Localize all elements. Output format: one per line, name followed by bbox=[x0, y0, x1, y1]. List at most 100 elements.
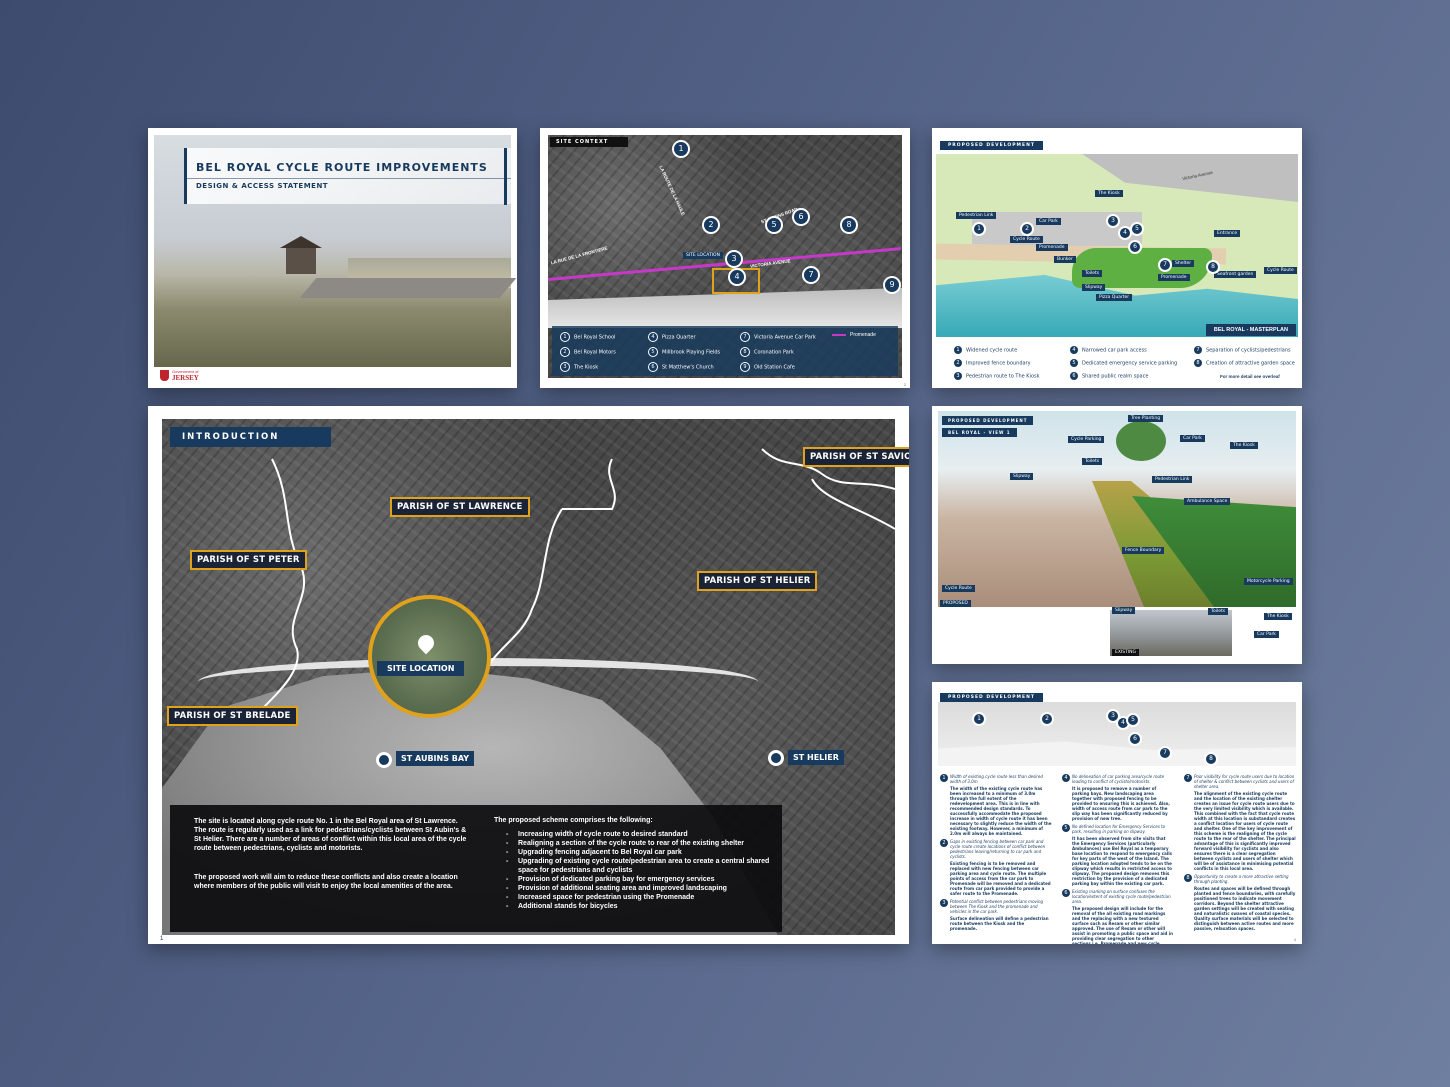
masterplan-pin-5[interactable]: 5 bbox=[1130, 222, 1144, 236]
cover-kiosk-roof bbox=[280, 236, 322, 248]
cover-page[interactable]: BEL ROYAL CYCLE ROUTE IMPROVEMENTS DESIG… bbox=[148, 128, 517, 388]
scheme-item-1: Increasing width of cycle route to desir… bbox=[506, 830, 780, 839]
detail-item-3-body: Surface delineation will define a pedest… bbox=[950, 916, 1049, 931]
detail-item-6-head: Existing marking on surface confuses the… bbox=[1072, 889, 1171, 904]
detail-item-8: 8 Opportunity to create a more attractiv… bbox=[1184, 874, 1296, 931]
masterplan-more-detail[interactable]: For more detail see overleaf bbox=[1220, 374, 1280, 379]
detail-item-8-body: Routes and spaces will be defined throug… bbox=[1194, 886, 1296, 931]
masterplan-label-cycle-route-2: Cycle Route bbox=[1264, 267, 1297, 274]
detail-item-1-head: Width of existing cycle route less than … bbox=[950, 774, 1043, 784]
detail-item-2-head: Gaps in existing fencing between car par… bbox=[950, 839, 1046, 859]
parish-st-brelade[interactable]: PARISH OF ST BRELADE bbox=[167, 706, 298, 726]
context-pin-4[interactable]: 4 bbox=[728, 268, 746, 286]
view1-label-pedestrian-link: Pedestrian Link bbox=[1152, 476, 1193, 483]
site-context-tag: SITE CONTEXT bbox=[550, 137, 629, 147]
detail-column-3: 7 Poor visibility for cycle route users … bbox=[1184, 774, 1296, 931]
context-legend-7: 7 Victoria Avenue Car Park bbox=[740, 332, 816, 342]
intro-paragraph-2: The proposed work will aim to reduce the… bbox=[194, 874, 458, 890]
masterplan-garden bbox=[1072, 248, 1212, 288]
site-location-circle[interactable] bbox=[368, 595, 491, 718]
detail-pin-2[interactable]: 2 bbox=[1040, 712, 1054, 726]
st-aubins-bay-label[interactable]: ST AUBINS BAY bbox=[396, 751, 475, 766]
detail-item-2-body: Existing fencing is to be removed and re… bbox=[950, 861, 1051, 896]
detail-item-4: 4 No delineation of car parking area/cyc… bbox=[1062, 774, 1174, 821]
masterplan-label-cycle-route: Cycle Route bbox=[1010, 236, 1043, 243]
masterplan-badge: BEL ROYAL - MASTERPLAN bbox=[1205, 324, 1296, 336]
st-helier-label[interactable]: ST HELIER bbox=[788, 750, 844, 765]
view1-trees bbox=[1116, 421, 1166, 461]
parish-st-peter[interactable]: PARISH OF ST PETER bbox=[190, 550, 307, 570]
detail-item-4-body: It is proposed to remove a number of par… bbox=[1072, 786, 1170, 821]
view1-subtag: BEL ROYAL - VIEW 1 bbox=[942, 428, 1017, 437]
masterplan-pin-7[interactable]: 7 bbox=[1158, 258, 1172, 272]
context-pin-9[interactable]: 9 bbox=[883, 276, 901, 294]
detail-item-8-head: Opportunity to create a more attractive … bbox=[1194, 874, 1289, 884]
detail-item-3-head: Potential conflict between pedestrians m… bbox=[950, 899, 1044, 914]
jersey-crest-icon bbox=[160, 370, 169, 381]
masterplan-label-promenade: Promenade bbox=[1036, 244, 1068, 251]
detail-pin-5[interactable]: 5 bbox=[1126, 713, 1140, 727]
scheme-item-2: Realigning a section of the cycle route … bbox=[506, 839, 780, 848]
context-pin-8[interactable]: 8 bbox=[840, 216, 858, 234]
view1-label-ambulance-space: Ambulance Space bbox=[1184, 498, 1231, 505]
masterplan-pin-1[interactable]: 1 bbox=[972, 222, 986, 236]
view1-proposed-label: PROPOSED bbox=[940, 600, 971, 607]
parish-st-helier[interactable]: PARISH OF ST HELIER bbox=[697, 571, 818, 591]
detail-item-1-body: The width of the existing cycle route ha… bbox=[950, 786, 1052, 836]
context-pin-1[interactable]: 1 bbox=[672, 140, 690, 158]
masterplan-label-promenade-2: Promenade bbox=[1158, 274, 1190, 281]
detail-item-6: 6 Existing marking on surface confuses t… bbox=[1062, 889, 1174, 944]
masterplan-pin-3[interactable]: 3 bbox=[1106, 214, 1120, 228]
detail-pin-6[interactable]: 6 bbox=[1128, 732, 1142, 746]
context-pin-3[interactable]: 3 bbox=[725, 250, 743, 268]
masterplan-legend-6: 6 Shared public realm space bbox=[1070, 372, 1148, 380]
detail-pin-8[interactable]: 8 bbox=[1204, 752, 1218, 766]
context-pin-7[interactable]: 7 bbox=[802, 266, 820, 284]
masterplan-label-slipway: Slipway bbox=[1082, 284, 1106, 291]
site-location-label: SITE LOCATION bbox=[683, 252, 723, 259]
masterplan-label-bunker: Bunker bbox=[1054, 256, 1076, 263]
context-pin-2[interactable]: 2 bbox=[702, 216, 720, 234]
view1-label-car-park: Car Park bbox=[1180, 435, 1205, 442]
scheme-item-8: Additional stands for bicycles bbox=[506, 902, 780, 911]
intro-tag: INTRODUCTION bbox=[170, 427, 332, 447]
masterplan-legend-4: 4 Narrowed car park access bbox=[1070, 346, 1147, 354]
masterplan-label-shelter: Shelter bbox=[1172, 260, 1195, 267]
masterplan-page[interactable]: PROPOSED DEVELOPMENT Pedestrian Link Car… bbox=[932, 128, 1302, 388]
context-pin-5[interactable]: 5 bbox=[765, 216, 783, 234]
detail-column-1: 1 Width of existing cycle route less tha… bbox=[940, 774, 1052, 931]
logo-jersey-text: JERSEY bbox=[172, 374, 199, 382]
view1-label-motorcycle-parking: Motorcycle Parking bbox=[1244, 578, 1293, 585]
detail-page-number: 4 bbox=[1293, 937, 1296, 942]
view1-photo-label-car-park: Car Park bbox=[1254, 631, 1279, 638]
parish-st-lawrence[interactable]: PARISH OF ST LAWRENCE bbox=[390, 497, 530, 517]
site-context-page[interactable]: SITE CONTEXT LA RUE DE LA FRONTIERE LA R… bbox=[540, 128, 910, 388]
detail-item-4-head: No delineation of car parking area/cycle… bbox=[1072, 774, 1165, 784]
st-helier-icon bbox=[768, 750, 784, 766]
view1-photo-label-kiosk: The Kiosk bbox=[1264, 613, 1292, 620]
masterplan-legend-3: 3 Pedestrian route to The Kiosk bbox=[954, 372, 1040, 380]
masterplan-label-seafront-garden: Seafront garden bbox=[1214, 271, 1257, 278]
masterplan-label-car-park: Car Park bbox=[1036, 218, 1061, 225]
scheme-item-6: Provision of additional seating area and… bbox=[506, 884, 780, 893]
context-pin-6[interactable]: 6 bbox=[792, 208, 810, 226]
context-legend-3: 3 The Kiosk bbox=[560, 362, 598, 372]
masterplan-legend-2: 2 Improved fence boundary bbox=[954, 359, 1031, 367]
masterplan-pin-2[interactable]: 2 bbox=[1020, 222, 1034, 236]
cover-title-rule bbox=[504, 148, 507, 205]
context-legend-8: 8 Coronation Park bbox=[740, 347, 794, 357]
detail-pin-1[interactable]: 1 bbox=[972, 712, 986, 726]
view1-photo-label-toilets: Toilets bbox=[1208, 608, 1229, 615]
scheme-item-5: Provision of dedicated parking bay for e… bbox=[506, 875, 780, 884]
masterplan-pin-8[interactable]: 8 bbox=[1206, 260, 1220, 274]
masterplan-pin-6[interactable]: 6 bbox=[1128, 240, 1142, 254]
detail-page[interactable]: PROPOSED DEVELOPMENT 1 2 3 4 5 6 7 8 1 W… bbox=[932, 682, 1302, 944]
parish-st-savior[interactable]: PARISH OF ST SAVIOR bbox=[803, 447, 909, 467]
scheme-item-4: Upgrading of existing cycle route/pedest… bbox=[506, 857, 780, 875]
detail-pin-7[interactable]: 7 bbox=[1158, 746, 1172, 760]
view1-page[interactable]: PROPOSED DEVELOPMENT BEL ROYAL - VIEW 1 … bbox=[932, 406, 1302, 664]
masterplan-label-toilets: Toilets bbox=[1082, 270, 1103, 277]
cover-path bbox=[299, 278, 517, 298]
introduction-page[interactable]: INTRODUCTION PARISH OF ST SAVIOR PARISH … bbox=[148, 406, 909, 944]
st-aubins-bay-icon bbox=[376, 752, 392, 768]
